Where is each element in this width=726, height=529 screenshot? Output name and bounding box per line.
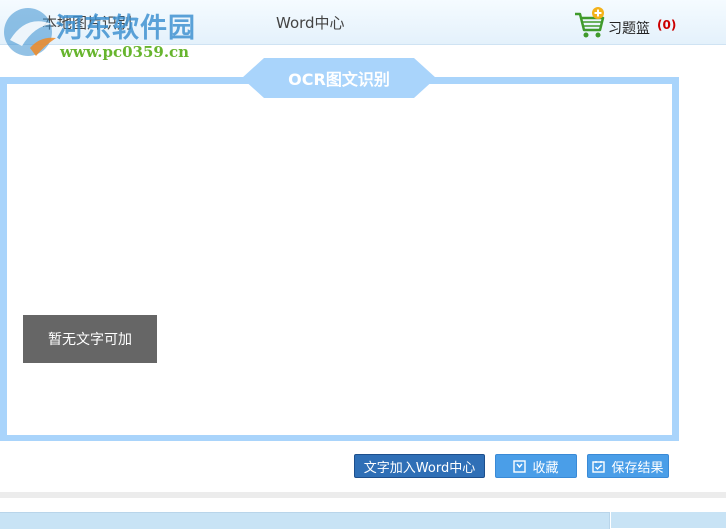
bottom-panel-right bbox=[611, 512, 726, 528]
bookmark-icon bbox=[513, 459, 527, 473]
watermark-title: 河东软件园 bbox=[56, 13, 196, 44]
add-text-to-word-button[interactable]: 文字加入Word中心 bbox=[354, 454, 485, 478]
no-text-button[interactable]: 暂无文字可加 bbox=[23, 315, 157, 363]
exercise-basket[interactable]: 习题篮 (0) bbox=[573, 6, 703, 40]
ocr-panel-title: OCR图文识别 bbox=[288, 70, 390, 89]
basket-label: 习题篮 bbox=[608, 21, 650, 37]
tab-word-center[interactable]: Word中心 bbox=[276, 12, 345, 33]
cart-plus-icon bbox=[575, 7, 605, 38]
ocr-result-area bbox=[7, 84, 672, 435]
bottom-panel bbox=[0, 512, 610, 529]
favorite-label: 收藏 bbox=[532, 460, 559, 476]
save-check-icon bbox=[592, 460, 606, 473]
favorite-button[interactable]: 收藏 bbox=[495, 454, 577, 478]
watermark-logo-icon bbox=[4, 8, 56, 56]
save-result-label: 保存结果 bbox=[611, 460, 664, 476]
add-text-to-word-label: 文字加入Word中心 bbox=[363, 460, 476, 476]
watermark-url: www.pc0359.cn bbox=[60, 43, 190, 61]
basket-count: (0) bbox=[657, 18, 677, 32]
save-result-button[interactable]: 保存结果 bbox=[587, 454, 669, 478]
